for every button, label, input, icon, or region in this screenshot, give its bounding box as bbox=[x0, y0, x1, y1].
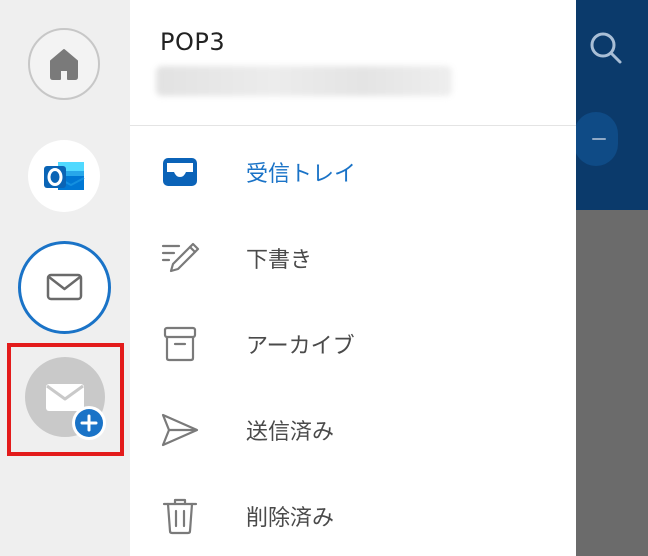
outlook-account-button[interactable] bbox=[28, 140, 100, 212]
account-rail bbox=[0, 0, 130, 556]
divider bbox=[130, 125, 576, 126]
highlight-annotation-box bbox=[7, 343, 124, 456]
folder-drawer: POP3 受信トレイ 下書き アーカイブ 送信済み 削除済み bbox=[130, 0, 576, 556]
account-email-blurred bbox=[156, 66, 452, 96]
outlook-logo-icon bbox=[44, 162, 85, 190]
account-name: POP3 bbox=[160, 28, 226, 56]
home-icon bbox=[50, 49, 78, 80]
background-pill-button bbox=[574, 112, 618, 166]
folder-archive[interactable]: アーカイブ bbox=[130, 312, 576, 372]
inbox-icon bbox=[163, 158, 197, 186]
folder-label: 削除済み bbox=[246, 506, 335, 531]
folder-sent[interactable]: 送信済み bbox=[130, 398, 576, 458]
search-icon bbox=[590, 32, 622, 64]
folder-label: 下書き bbox=[246, 248, 313, 273]
folder-label: 受信トレイ bbox=[246, 162, 357, 187]
mail-icon bbox=[46, 273, 83, 301]
folder-drafts[interactable]: 下書き bbox=[130, 226, 576, 286]
home-button[interactable] bbox=[28, 28, 100, 100]
pop3-account-button[interactable] bbox=[18, 241, 111, 334]
folder-label: 送信済み bbox=[246, 420, 335, 445]
draft-pencil-icon bbox=[161, 242, 200, 273]
scrim-overlay[interactable] bbox=[576, 210, 648, 556]
folder-deleted[interactable]: 削除済み bbox=[130, 484, 576, 544]
archive-box-icon bbox=[163, 326, 197, 362]
folder-inbox[interactable]: 受信トレイ bbox=[130, 140, 576, 200]
trash-icon bbox=[162, 498, 198, 535]
search-button[interactable] bbox=[586, 28, 626, 68]
folder-label: アーカイブ bbox=[246, 334, 355, 359]
send-icon bbox=[161, 413, 199, 447]
